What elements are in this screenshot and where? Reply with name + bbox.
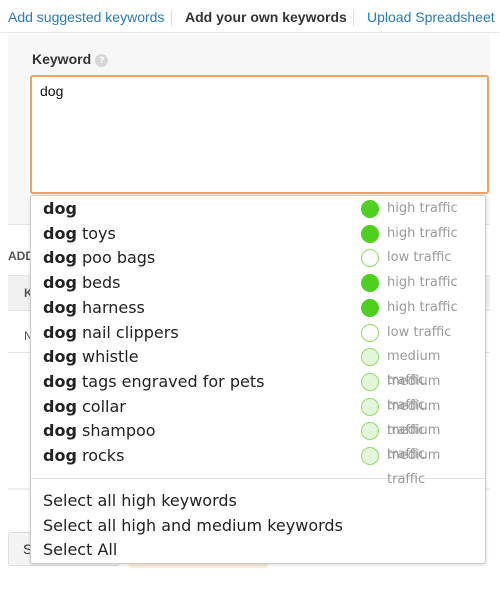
suggestion-rest: collar: [76, 396, 126, 416]
suggestion-rest: shampoo: [76, 421, 156, 441]
suggestion-item[interactable]: dog tags engraved for pets medium traffic: [43, 370, 477, 413]
traffic-high-icon: [361, 274, 379, 293]
traffic-medium-icon: [361, 422, 379, 441]
traffic-low-icon: [361, 249, 379, 268]
suggestion-rest: poo bags: [76, 248, 156, 268]
keyword-input[interactable]: [30, 75, 489, 194]
suggestion-prefix: dog: [43, 446, 77, 465]
traffic-medium-icon: [361, 348, 379, 367]
question-circle-icon[interactable]: ?: [95, 54, 109, 67]
suggestion-rest: whistle: [76, 347, 139, 367]
suggestion-prefix: dog: [43, 297, 77, 317]
suggestion-item[interactable]: dog beds high traffic: [43, 271, 477, 296]
traffic-low-icon: [361, 323, 379, 342]
traffic-label: low traffic: [387, 324, 452, 340]
suggestion-rest: beds: [76, 273, 121, 293]
suggestion-prefix: dog: [43, 273, 77, 293]
suggestion-item[interactable]: dog nail clippers low traffic: [43, 321, 477, 346]
suggestion-rest: nail clippers: [76, 322, 179, 342]
suggestion-prefix: dog: [43, 248, 77, 268]
tab-add-your-own-keywords[interactable]: Add your own keywords: [185, 9, 347, 25]
suggestion-rest: tags engraved for pets: [76, 371, 265, 391]
suggestion-prefix: dog: [43, 396, 77, 416]
select-all-option[interactable]: Select All: [43, 540, 117, 559]
suggestion-prefix: dog: [43, 371, 77, 391]
traffic-label: medium traffic: [387, 448, 441, 487]
suggestion-prefix: dog: [43, 199, 77, 218]
keyword-suggestions-dropdown: Select all high keywords Select all high…: [30, 195, 486, 564]
traffic-label: high traffic: [387, 299, 458, 315]
suggestion-prefix: dog: [43, 322, 77, 342]
suggestion-item[interactable]: dog harness high traffic: [43, 296, 477, 321]
suggestion-rest: rocks: [76, 446, 125, 465]
suggestion-prefix: dog: [43, 347, 77, 367]
suggestion-item[interactable]: dog collar medium traffic: [43, 395, 477, 438]
keyword-label: Keyword?: [32, 51, 109, 67]
tab-divider: [171, 10, 172, 26]
tab-add-suggested-keywords[interactable]: Add suggested keywords: [8, 9, 164, 25]
suggestion-item[interactable]: dog poo bags low traffic: [43, 246, 477, 271]
suggestion-rest: harness: [76, 297, 145, 317]
select-all-high-option[interactable]: Select all high keywords: [43, 491, 237, 510]
traffic-medium-icon: [361, 397, 379, 416]
suggestion-rest: toys: [76, 223, 116, 243]
tab-upload-spreadsheet[interactable]: Upload Spreadsheet: [367, 9, 495, 25]
traffic-high-icon: [361, 224, 379, 243]
traffic-medium-icon: [361, 447, 379, 465]
traffic-label: low traffic: [387, 250, 452, 266]
suggestion-item[interactable]: dog toys high traffic: [43, 222, 477, 247]
tab-divider: [353, 10, 354, 26]
traffic-label: high traffic: [387, 225, 458, 241]
select-all-high-medium-option[interactable]: Select all high and medium keywords: [43, 516, 343, 535]
suggestion-prefix: dog: [43, 223, 77, 243]
keyword-label-text: Keyword: [32, 51, 92, 67]
traffic-label: high traffic: [387, 275, 458, 291]
suggestion-item[interactable]: dog rocks medium traffic: [43, 444, 477, 487]
traffic-label: high traffic: [387, 201, 458, 216]
traffic-high-icon: [361, 200, 379, 218]
suggestion-item[interactable]: dog high traffic: [43, 197, 477, 222]
traffic-medium-icon: [361, 372, 379, 391]
tab-bar: Add suggested keywords Add your own keyw…: [0, 0, 500, 33]
suggestion-item[interactable]: dog whistle medium traffic: [43, 345, 477, 388]
suggestion-item[interactable]: dog shampoo medium traffic: [43, 419, 477, 462]
traffic-high-icon: [361, 298, 379, 317]
suggestion-prefix: dog: [43, 421, 77, 441]
